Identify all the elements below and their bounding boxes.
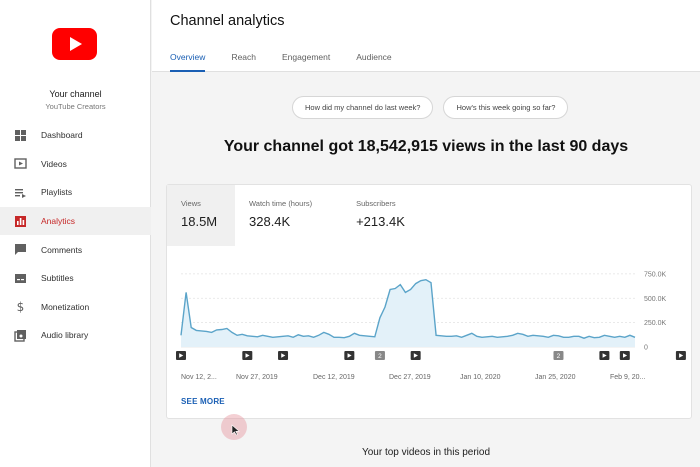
comments-icon — [14, 243, 27, 256]
sidebar-item-videos[interactable]: Videos — [0, 150, 151, 179]
sidebar-item-analytics[interactable]: Analytics — [0, 206, 151, 236]
channel-name: Your channel — [49, 89, 102, 99]
metric-value: 328.4K — [249, 214, 291, 229]
sidebar-item-label: Videos — [41, 158, 67, 169]
videos-icon — [14, 157, 27, 170]
sidebar: Your channel YouTube Creators Dashboard V… — [0, 0, 151, 467]
metric-views[interactable]: Views 18.5M — [167, 185, 235, 246]
chip-this-week[interactable]: How's this week going so far? — [443, 96, 569, 119]
tab-reach[interactable]: Reach — [231, 52, 256, 72]
metric-label: Watch time (hours) — [249, 199, 313, 208]
sidebar-item-label: Comments — [41, 244, 83, 255]
x-tick-label: Nov 12, 2... — [181, 374, 217, 381]
sidebar-item-label: Audio library — [41, 330, 89, 341]
x-tick-label: Feb 9, 20... — [610, 374, 645, 381]
chip-last-week[interactable]: How did my channel do last week? — [292, 96, 434, 119]
sidebar-item-label: Dashboard — [41, 130, 83, 141]
tab-audience[interactable]: Audience — [356, 52, 391, 72]
audio-library-icon — [14, 329, 27, 342]
metric-watch-time[interactable]: Watch time (hours) 328.4K — [249, 185, 312, 246]
sidebar-item-dashboard[interactable]: Dashboard — [0, 121, 151, 150]
sidebar-item-audio-library[interactable]: Audio library — [0, 321, 151, 350]
sidebar-item-label: Monetization — [41, 301, 90, 312]
x-tick-label: Dec 27, 2019 — [389, 374, 431, 381]
x-tick-label: Jan 10, 2020 — [460, 374, 501, 381]
video-count-label: 2 — [557, 353, 561, 360]
sidebar-item-playlists[interactable]: Playlists — [0, 178, 151, 207]
sidebar-item-monetization[interactable]: $ Monetization — [0, 293, 151, 322]
sidebar-item-subtitles[interactable]: Subtitles — [0, 264, 151, 293]
svg-text:$: $ — [17, 300, 25, 313]
playlists-icon — [14, 186, 27, 199]
metric-subscribers[interactable]: Subscribers +213.4K — [356, 185, 405, 246]
sidebar-item-comments[interactable]: Comments — [0, 235, 151, 264]
y-tick-label: 500.0K — [644, 296, 667, 303]
metric-label: Subscribers — [356, 199, 396, 208]
y-tick-label: 0 — [644, 345, 648, 352]
metrics-card: Views 18.5M Watch time (hours) 328.4K Su… — [166, 184, 692, 419]
tab-engagement[interactable]: Engagement — [282, 52, 330, 72]
tab-overview[interactable]: Overview — [170, 52, 206, 72]
page-title: Channel analytics — [170, 13, 285, 29]
mouse-cursor-icon — [231, 424, 240, 436]
question-chips: How did my channel do last week? How's t… — [292, 96, 578, 119]
metric-value: 18.5M — [181, 214, 218, 229]
sidebar-item-label: Playlists — [41, 187, 73, 198]
metric-value: +213.4K — [356, 214, 405, 229]
video-count-label: 2 — [378, 353, 382, 360]
y-tick-label: 250.0K — [644, 320, 667, 327]
x-tick-label: Dec 12, 2019 — [313, 374, 355, 381]
sidebar-item-label: Analytics — [41, 216, 76, 227]
monetization-icon: $ — [14, 300, 27, 313]
tab-bar: Overview Reach Engagement Audience — [170, 52, 418, 72]
subtitles-icon — [14, 272, 27, 285]
views-chart: 750.0K 500.0K 250.0K 0 2 2 Nov 12, 2... Nov 27,… — [176, 271, 686, 381]
dashboard-icon — [14, 129, 27, 142]
main-content: Channel analytics Overview Reach Engagem… — [152, 0, 700, 467]
channel-subtitle: YouTube Creators — [45, 102, 106, 111]
youtube-logo[interactable] — [52, 28, 97, 60]
top-bar: Channel analytics Overview Reach Engagem… — [152, 0, 700, 72]
x-tick-label: Jan 25, 2020 — [535, 374, 576, 381]
analytics-icon — [14, 215, 27, 228]
see-more-link[interactable]: SEE MORE — [181, 397, 225, 406]
views-headline: Your channel got 18,542,915 views in the… — [223, 138, 629, 155]
x-tick-label: Nov 27, 2019 — [236, 374, 278, 381]
metric-label: Views — [181, 199, 201, 208]
y-tick-label: 750.0K — [644, 271, 667, 278]
sidebar-item-label: Subtitles — [41, 273, 74, 284]
top-videos-title: Your top videos in this period — [361, 447, 491, 458]
metric-tabs: Views 18.5M Watch time (hours) 328.4K Su… — [167, 185, 435, 246]
sidebar-nav: Dashboard Videos Playlists Analytics Comment… — [0, 121, 151, 350]
